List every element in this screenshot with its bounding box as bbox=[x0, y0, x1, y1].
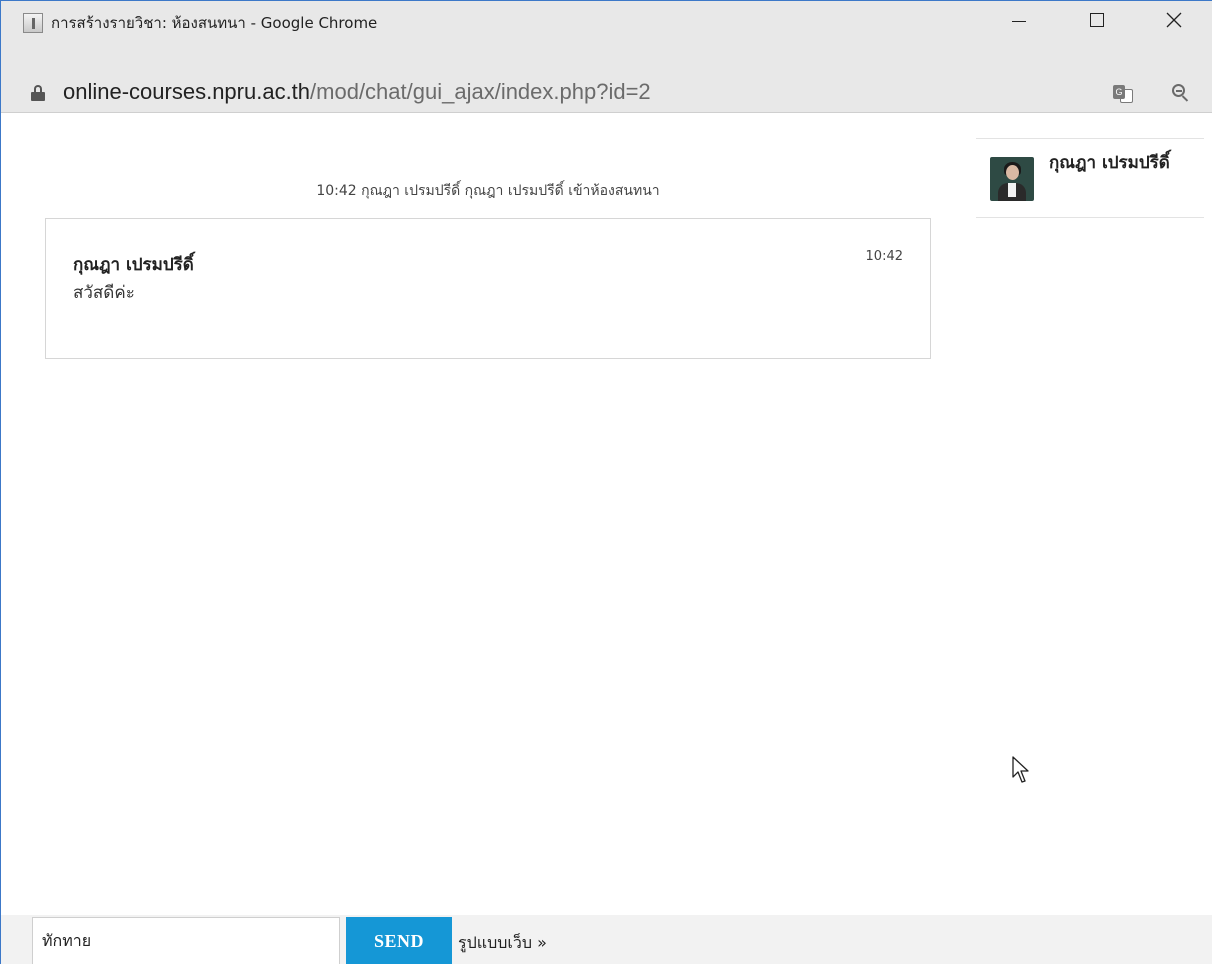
send-button[interactable]: SEND bbox=[346, 917, 452, 964]
maximize-button[interactable] bbox=[1074, 1, 1120, 39]
lock-icon[interactable] bbox=[31, 85, 45, 101]
close-icon bbox=[1166, 12, 1182, 28]
window-title: การสร้างรายวิชา: ห้องสนทนา - Google Chro… bbox=[51, 14, 378, 32]
url-text[interactable]: online-courses.npru.ac.th/mod/chat/gui_a… bbox=[63, 79, 651, 105]
close-button[interactable] bbox=[1151, 1, 1197, 39]
url-host: online-courses.npru.ac.th bbox=[63, 79, 311, 104]
user-avatar[interactable] bbox=[990, 157, 1034, 201]
divider bbox=[976, 217, 1204, 218]
web-mode-link[interactable]: รูปแบบเว็บ » bbox=[458, 931, 547, 956]
page-favicon-icon bbox=[23, 13, 43, 33]
message-text: สวัสดีค่ะ bbox=[73, 283, 135, 303]
user-list-panel: กุณฎา เปรมปรีดิ์ bbox=[966, 114, 1212, 915]
minimize-button[interactable] bbox=[996, 1, 1042, 39]
system-message: 10:42 กุณฎา เปรมปรีดิ์ กุณฎา เปรมปรีดิ์ … bbox=[316, 183, 660, 199]
title-bar: การสร้างรายวิชา: ห้องสนทนา - Google Chro… bbox=[1, 1, 1212, 73]
message-input[interactable] bbox=[32, 917, 340, 964]
url-path: /mod/chat/gui_ajax/index.php?id=2 bbox=[310, 79, 651, 104]
minimize-icon bbox=[1012, 20, 1026, 22]
chat-content: 10:42 กุณฎา เปรมปรีดิ์ กุณฎา เปรมปรีดิ์ … bbox=[1, 114, 1212, 964]
translate-icon[interactable]: G bbox=[1113, 85, 1133, 103]
chat-message: กุณฎา เปรมปรีดิ์ สวัสดีค่ะ 10:42 bbox=[45, 218, 931, 359]
mouse-cursor-icon bbox=[1012, 756, 1029, 783]
browser-window: การสร้างรายวิชา: ห้องสนทนา - Google Chro… bbox=[0, 0, 1212, 964]
maximize-icon bbox=[1090, 13, 1104, 27]
composer-bar: SEND รูปแบบเว็บ » bbox=[1, 915, 1212, 964]
user-name[interactable]: กุณฎา เปรมปรีดิ์ bbox=[1049, 152, 1199, 175]
zoom-out-icon[interactable] bbox=[1171, 83, 1191, 103]
address-bar[interactable]: online-courses.npru.ac.th/mod/chat/gui_a… bbox=[1, 73, 1212, 113]
message-time: 10:42 bbox=[865, 249, 903, 264]
title-row: การสร้างรายวิชา: ห้องสนทนา - Google Chro… bbox=[1, 1, 1212, 39]
message-author: กุณฎา เปรมปรีดิ์ bbox=[73, 255, 194, 275]
divider bbox=[976, 138, 1204, 139]
